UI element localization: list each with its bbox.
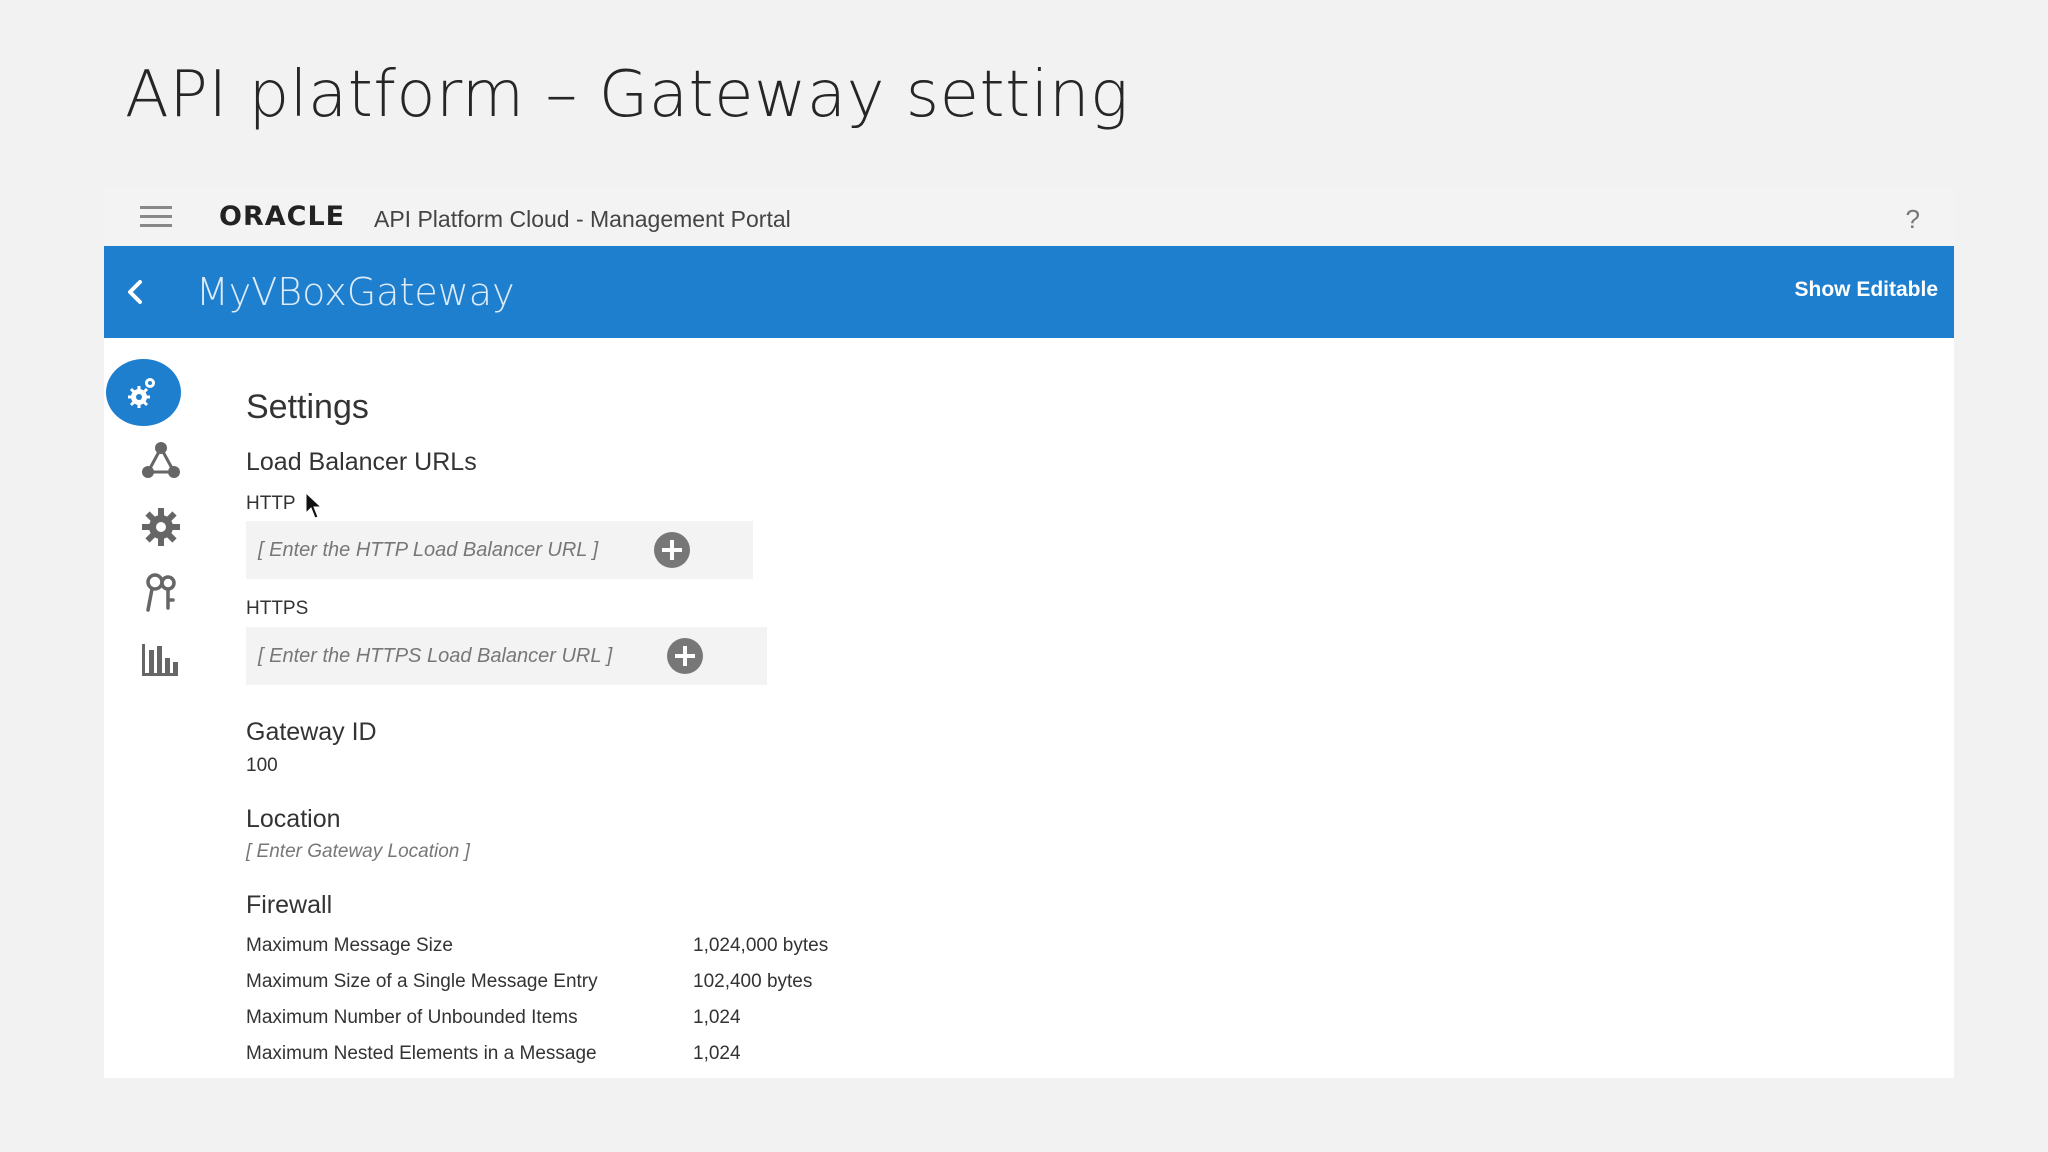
slide-title: API platform – Gateway setting [125, 58, 1129, 132]
firewall-row-value: 1,024 [693, 1043, 741, 1064]
http-label: HTTP [246, 493, 296, 514]
https-label: HTTPS [246, 598, 309, 619]
nodes-icon [142, 442, 180, 478]
gear-icon [142, 508, 180, 546]
gateway-id-heading: Gateway ID [246, 718, 377, 746]
portal-name: API Platform Cloud - Management Portal [374, 206, 791, 232]
back-chevron-icon[interactable] [118, 270, 158, 314]
rail-item-keys[interactable] [138, 570, 184, 616]
rail-item-analytics[interactable] [138, 636, 184, 682]
firewall-row-label: Maximum Message Size [246, 935, 453, 956]
load-balancer-heading: Load Balancer URLs [246, 448, 477, 476]
rail-item-configuration[interactable] [138, 504, 184, 550]
add-https-url-icon[interactable] [667, 638, 703, 674]
gateway-id-value: 100 [246, 755, 278, 776]
page-title: Settings [246, 388, 369, 426]
oracle-logo: ORACLE [219, 201, 346, 232]
firewall-row-value: 102,400 bytes [693, 971, 813, 992]
top-bar: ORACLE API Platform Cloud - Management P… [104, 188, 1954, 246]
firewall-row-label: Maximum Number of Unbounded Items [246, 1007, 578, 1028]
gateway-title: MyVBoxGateway [196, 270, 515, 314]
firewall-heading: Firewall [246, 891, 333, 919]
firewall-row-value: 1,024,000 bytes [693, 935, 829, 956]
show-editable-button[interactable]: Show Editable [1794, 278, 1938, 302]
location-heading: Location [246, 805, 341, 833]
firewall-row-label: Maximum Size of a Single Message Entry [246, 971, 598, 992]
hamburger-menu-icon[interactable] [140, 206, 172, 228]
help-icon[interactable]: ? [1906, 202, 1920, 236]
management-portal-window: ORACLE API Platform Cloud - Management P… [104, 188, 1954, 1078]
mouse-cursor-icon [305, 492, 323, 519]
add-http-url-icon[interactable] [654, 532, 690, 568]
https-url-placeholder: [ Enter the HTTPS Load Balancer URL ] [258, 644, 613, 667]
settings-gears-icon [128, 378, 155, 408]
gateway-header: MyVBoxGateway Show Editable [104, 246, 1954, 338]
firewall-row-value: 1,024 [693, 1007, 741, 1028]
location-field[interactable]: [ Enter Gateway Location ] [246, 841, 470, 863]
http-url-placeholder: [ Enter the HTTP Load Balancer URL ] [258, 538, 599, 561]
bar-chart-icon [142, 644, 178, 676]
rail-item-settings[interactable] [106, 359, 181, 426]
firewall-row-label: Maximum Nested Elements in a Message [246, 1043, 597, 1064]
rail-item-nodes[interactable] [138, 438, 184, 484]
keys-icon [146, 573, 176, 612]
